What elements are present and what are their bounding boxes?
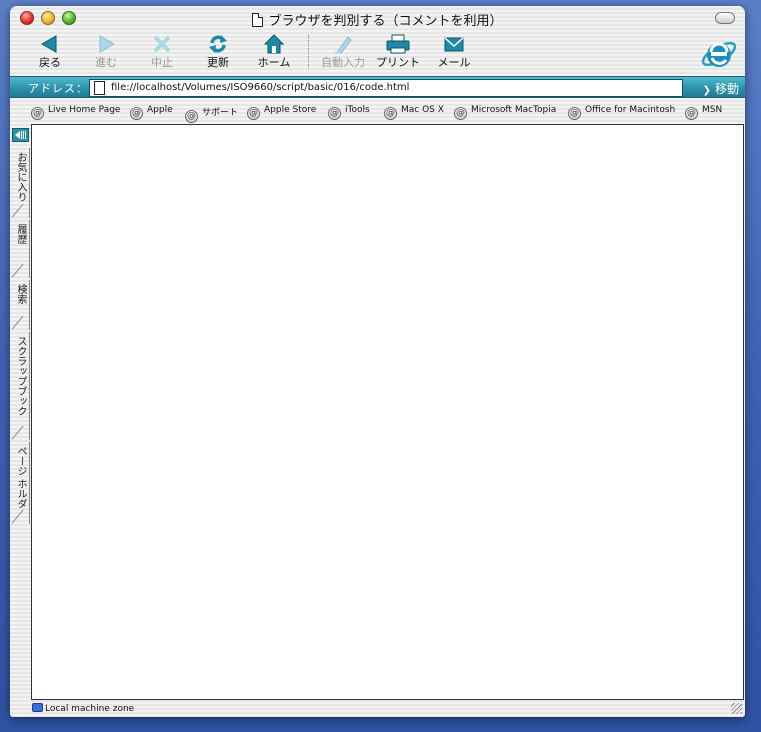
print-button[interactable]: プリント bbox=[371, 33, 425, 70]
sidebar-tab-search[interactable]: 検索 bbox=[12, 280, 30, 330]
title-bar[interactable]: ブラウザを判別する（コメントを利用） bbox=[10, 6, 745, 30]
favorite-office-for-macintosh[interactable]: @ Office for Macintosh bbox=[568, 105, 675, 120]
explorer-sidebar: お気に入り 履歴 検索 スクラップブック ページ ホルダ bbox=[10, 124, 31, 700]
autofill-icon bbox=[314, 33, 372, 55]
forward-button[interactable]: 進む bbox=[79, 33, 133, 70]
address-url: file://localhost/Volumes/ISO9660/script/… bbox=[111, 82, 410, 93]
favorite-support[interactable]: @ サポート bbox=[185, 105, 238, 123]
at-link-icon: @ bbox=[247, 107, 260, 120]
internet-explorer-logo-icon bbox=[699, 34, 739, 74]
back-label: 戻る bbox=[39, 57, 61, 69]
favorite-live-home-page[interactable]: @ Live Home Page bbox=[31, 105, 120, 120]
printer-icon bbox=[371, 33, 425, 55]
go-label: 移動 bbox=[714, 82, 739, 96]
status-bar: Local machine zone bbox=[10, 700, 745, 717]
security-zone: Local machine zone bbox=[32, 703, 134, 714]
back-arrow-icon bbox=[23, 33, 77, 55]
sidebar-tab-page-holder[interactable]: ページ ホルダ bbox=[12, 442, 30, 524]
refresh-button[interactable]: 更新 bbox=[191, 33, 245, 70]
resize-grip-icon[interactable] bbox=[731, 703, 742, 714]
address-label: アドレス： bbox=[28, 83, 88, 95]
at-link-icon: @ bbox=[568, 107, 581, 120]
browser-window: ブラウザを判別する（コメントを利用） 戻る 進む 中止 更新 ホーム 自動入力 … bbox=[10, 6, 745, 717]
home-button[interactable]: ホーム bbox=[247, 33, 301, 70]
at-link-icon: @ bbox=[384, 107, 397, 120]
autofill-label: 自動入力 bbox=[321, 57, 365, 69]
at-link-icon: @ bbox=[685, 107, 698, 120]
zone-label: Local machine zone bbox=[45, 704, 135, 714]
print-label: プリント bbox=[376, 57, 420, 69]
favorite-itools[interactable]: @ iTools bbox=[328, 105, 370, 120]
stop-label: 中止 bbox=[151, 57, 173, 69]
at-link-icon: @ bbox=[130, 107, 143, 120]
go-button[interactable]: ❯ 移動 bbox=[703, 80, 739, 97]
mail-icon bbox=[427, 33, 481, 55]
sidebar-tab-scrapbook[interactable]: スクラップブック bbox=[12, 332, 30, 440]
address-bar: アドレス： file://localhost/Volumes/ISO9660/s… bbox=[10, 76, 745, 98]
favorite-apple-store[interactable]: @ Apple Store bbox=[247, 105, 316, 120]
favorite-apple[interactable]: @ Apple bbox=[130, 105, 173, 120]
at-link-icon: @ bbox=[328, 107, 341, 120]
at-link-icon: @ bbox=[454, 107, 467, 120]
sidebar-toggle-icon[interactable] bbox=[12, 128, 29, 142]
sidebar-tab-history[interactable]: 履歴 bbox=[12, 220, 30, 278]
page-content-area[interactable] bbox=[31, 124, 744, 700]
home-label: ホーム bbox=[257, 57, 291, 69]
document-icon bbox=[252, 13, 264, 27]
favorite-mac-os-x[interactable]: @ Mac OS X bbox=[384, 105, 444, 120]
forward-label: 進む bbox=[95, 57, 117, 69]
mail-label: メール bbox=[437, 57, 471, 69]
favorites-bar: @ Live Home Page @ Apple @ サポート @ Apple Stor… bbox=[10, 99, 745, 124]
at-link-icon: @ bbox=[31, 107, 44, 120]
favorite-microsoft-mactopia[interactable]: @ Microsoft MacTopia bbox=[454, 105, 556, 120]
sidebar-tab-favorites[interactable]: お気に入り bbox=[12, 148, 30, 218]
back-button[interactable]: 戻る bbox=[23, 33, 77, 70]
go-arrow-icon: ❯ bbox=[702, 85, 711, 96]
toolbar-separator bbox=[308, 35, 309, 69]
stop-x-icon bbox=[135, 33, 189, 55]
refresh-icon bbox=[191, 33, 245, 55]
favorite-msn[interactable]: @ MSN bbox=[685, 105, 722, 120]
page-document-icon bbox=[94, 81, 105, 95]
stop-button[interactable]: 中止 bbox=[135, 33, 189, 70]
computer-zone-icon bbox=[32, 703, 43, 712]
autofill-button[interactable]: 自動入力 bbox=[314, 33, 372, 70]
mail-button[interactable]: メール bbox=[427, 33, 481, 70]
home-icon bbox=[247, 33, 301, 55]
refresh-label: 更新 bbox=[207, 57, 229, 69]
address-input[interactable]: file://localhost/Volumes/ISO9660/script/… bbox=[89, 79, 683, 97]
window-title: ブラウザを判別する（コメントを利用） bbox=[10, 10, 745, 29]
at-link-icon: @ bbox=[185, 110, 198, 123]
forward-arrow-icon bbox=[79, 33, 133, 55]
toolbar: 戻る 進む 中止 更新 ホーム 自動入力 プリント メール bbox=[10, 31, 745, 76]
toolbar-toggle-button[interactable] bbox=[715, 12, 735, 24]
window-title-text: ブラウザを判別する（コメントを利用） bbox=[268, 13, 503, 28]
